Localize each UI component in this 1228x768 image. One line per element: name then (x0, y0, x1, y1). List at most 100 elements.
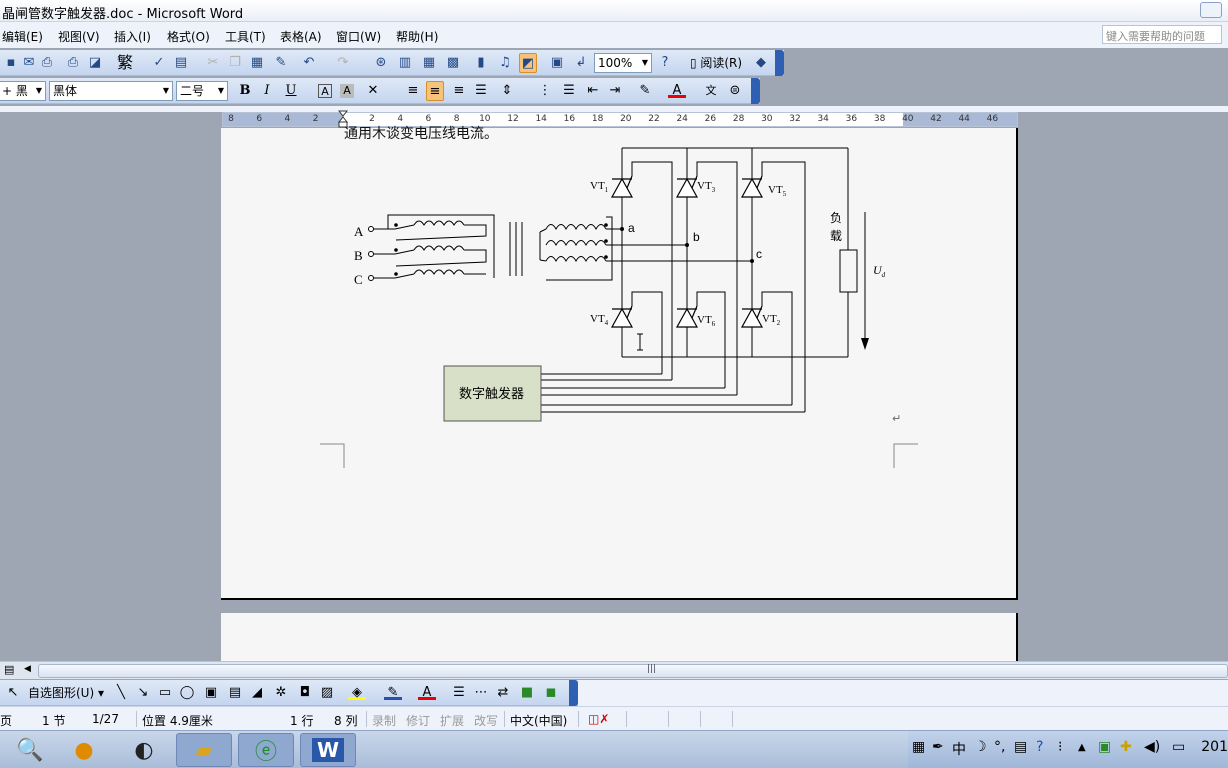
network-icon[interactable]: ▣ (1098, 739, 1111, 755)
status-record[interactable]: 录制 (372, 712, 396, 729)
thyristor-label-vt6: VT6 (697, 314, 716, 328)
divider (732, 711, 733, 727)
status-pages: 1/27 (92, 712, 119, 726)
line-icon[interactable]: ╲ (112, 683, 130, 703)
show-hidden-icon[interactable]: ▲ (1078, 742, 1086, 753)
scroll-thumb[interactable]: ||| (38, 664, 1228, 678)
security-icon[interactable]: ✚ (1120, 739, 1132, 755)
punctuation-icon[interactable]: °, (994, 739, 1005, 755)
status-overtype[interactable]: 改写 (474, 712, 498, 729)
display-icon[interactable]: ▭ (1172, 739, 1185, 755)
thyristor-vt1 (610, 175, 634, 198)
taskbar-app-ie[interactable]: ⓔ (238, 733, 294, 767)
scroll-left-icon[interactable]: ◀ (24, 664, 31, 674)
volume-icon[interactable]: ◀) (1144, 739, 1160, 755)
thyristor-label-vt1: VT1 (590, 180, 609, 194)
thyristor-label-vt2: VT2 (762, 313, 781, 327)
thyristor-vt4 (610, 305, 634, 328)
keyboard-icon[interactable]: ▤ (1014, 739, 1027, 755)
status-column: 8 列 (334, 714, 358, 728)
load-label-1: 负 (830, 211, 842, 225)
divider (504, 711, 505, 727)
divider (136, 711, 137, 727)
thyristor-circuit-diagram: A B C a b c VT1 VT3 VT5 VT4 VT6 VT2 负 载 … (320, 147, 918, 468)
status-extend[interactable]: 扩展 (440, 712, 464, 729)
crop-mark (320, 443, 345, 468)
fill-color-icon[interactable]: ◈ (348, 683, 366, 700)
help-icon[interactable]: ? (1036, 739, 1043, 755)
grip-icon: ||| (647, 664, 657, 674)
select-objects-icon[interactable]: ↖ (4, 683, 22, 703)
rectangle-icon[interactable]: ▭ (156, 683, 174, 703)
crop-mark (893, 443, 918, 468)
oval-icon[interactable]: ◯ (178, 683, 196, 703)
arrow-head-icon (861, 338, 869, 350)
3d-style-icon[interactable]: ◼ (542, 683, 560, 703)
taskbar-app-finder[interactable]: 🔍 (2, 733, 58, 767)
thyristor-label-vt4: VT4 (590, 313, 609, 327)
divider (668, 711, 669, 727)
load-label-2: 载 (830, 229, 842, 243)
moon-icon[interactable]: ☽ (974, 739, 987, 755)
status-language: 中文(中国) (510, 714, 568, 728)
arrow-icon[interactable]: ↘ (134, 683, 152, 703)
text-box-icon[interactable]: ▣ (202, 683, 220, 703)
dash-style-icon[interactable]: ⋯ (472, 683, 490, 703)
taskbar-app-explorer[interactable]: ▰ (176, 733, 232, 767)
view-mode-icon[interactable]: ▤ (4, 663, 14, 676)
options-icon[interactable]: ⁝ (1058, 739, 1062, 755)
taskbar: 🔍 ● ◐ ▰ ⓔ W ▦ ✒ 中 ☽ °, ▤ ? ⁝ ▲ ▣ ✚ ◀) ▭ … (0, 730, 1228, 768)
ime-mode-icon[interactable]: ✒ (932, 739, 944, 755)
thyristor-label-vt5: VT5 (768, 184, 787, 198)
insert-picture-icon[interactable]: ▨ (318, 683, 336, 703)
thyristor-label-vt3: VT3 (697, 180, 716, 194)
status-line: 1 行 (290, 714, 314, 728)
ime-language[interactable]: 中 (952, 739, 966, 759)
toolbar-strip (578, 680, 1228, 706)
word-icon: W (311, 738, 345, 762)
taskbar-app-chat[interactable]: ● (56, 733, 112, 767)
wordart-icon[interactable]: ◢ (248, 683, 266, 703)
taskbar-app-word[interactable]: W (300, 733, 356, 767)
spelling-status-icon[interactable]: ◫✗ (588, 712, 609, 726)
autoshapes-label: 自选图形(U) (28, 686, 95, 700)
output-voltage-label: Ud (873, 263, 886, 279)
line-color-icon[interactable]: ✎ (384, 683, 402, 700)
phase-label-b: B (354, 248, 363, 263)
text-cursor-icon (637, 333, 643, 351)
clip-art-icon[interactable]: ◘ (296, 683, 314, 703)
status-position: 位置 4.9厘米 (142, 714, 213, 728)
thyristor-vt6 (675, 305, 699, 328)
trigger-box-label: 数字触发器 (459, 386, 524, 402)
vertical-text-box-icon[interactable]: ▤ (226, 683, 244, 703)
status-bar: 页 1 节 1/27 位置 4.9厘米 1 行 8 列 录制 修订 扩展 改写 … (0, 706, 1228, 730)
node-label-c: c (756, 247, 762, 261)
node-label-a: a (628, 221, 635, 235)
thyristor-vt5 (740, 175, 764, 198)
status-section: 1 节 (42, 714, 66, 728)
line-style-icon[interactable]: ☰ (450, 683, 468, 703)
arrow-style-icon[interactable]: ⇄ (494, 683, 512, 703)
chat-bubble-icon: ● (74, 737, 94, 763)
penguin-icon: ◐ (134, 737, 154, 763)
status-page: 页 (0, 714, 13, 728)
shadow-style-icon[interactable]: ■ (518, 683, 536, 703)
ime-toolbar-icon[interactable]: ▦ (912, 739, 925, 755)
divider (626, 711, 627, 727)
autoshapes-menu[interactable]: 自选图形(U) ▾ (28, 683, 104, 703)
divider (578, 711, 579, 727)
font-color-button[interactable]: A (418, 683, 436, 700)
diagram-icon[interactable]: ✲ (272, 683, 290, 703)
thyristor-vt2 (740, 305, 764, 328)
magnifier-icon: 🔍 (16, 737, 44, 763)
divider (366, 711, 367, 727)
node-label-b: b (693, 230, 700, 244)
thyristor-vt3 (675, 175, 699, 198)
taskbar-app-qq[interactable]: ◐ (116, 733, 172, 767)
clock: 201 (1201, 739, 1228, 755)
drawing-toolbar: ↖ 自选图形(U) ▾ ╲ ↘ ▭ ◯ ▣ ▤ ◢ ✲ ◘ ▨ ◈ ✎ A ☰ … (0, 680, 578, 706)
toolbar-options-icon[interactable] (569, 680, 578, 706)
status-track-changes[interactable]: 修订 (406, 712, 430, 729)
horizontal-scrollbar[interactable]: ▤ ◀ ||| (0, 661, 1228, 679)
phase-label-a: A (354, 224, 364, 239)
